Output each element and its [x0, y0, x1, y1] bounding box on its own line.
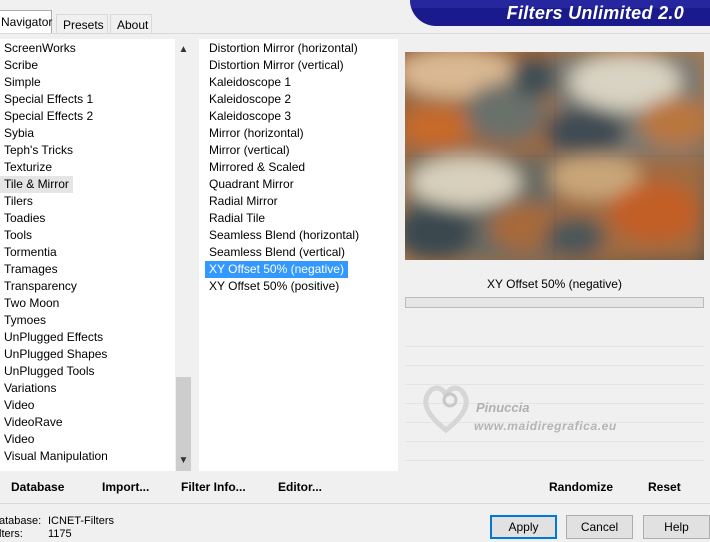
filter-item[interactable]: Mirror (vertical)	[205, 142, 398, 159]
category-item[interactable]: UnPlugged Tools	[0, 363, 176, 380]
filter-item[interactable]: Seamless Blend (vertical)	[205, 244, 398, 261]
watermark-name: Pinuccia	[476, 400, 530, 415]
category-scrollbar[interactable]: ▲ ▼	[175, 39, 192, 471]
category-item[interactable]: Tile & Mirror	[0, 176, 73, 193]
category-item[interactable]: VideoRave	[0, 414, 176, 431]
category-item[interactable]: Transparency	[0, 278, 176, 295]
category-item[interactable]: Tormentia	[0, 244, 176, 261]
category-item[interactable]: Special Effects 2	[0, 108, 176, 125]
param-divider	[405, 365, 704, 366]
import-button[interactable]: Import...	[102, 480, 149, 494]
database-button[interactable]: Database	[11, 480, 64, 494]
category-item[interactable]: Special Effects 1	[0, 91, 176, 108]
scroll-up-icon[interactable]: ▲	[175, 41, 192, 58]
filter-item[interactable]: Kaleidoscope 1	[205, 74, 398, 91]
filter-item[interactable]: Kaleidoscope 3	[205, 108, 398, 125]
param-divider	[405, 441, 704, 442]
preview-image	[405, 52, 704, 260]
filter-item[interactable]: Radial Tile	[205, 210, 398, 227]
category-item[interactable]: Variations	[0, 380, 176, 397]
footer-divider	[0, 503, 710, 504]
filters-count: 1175	[48, 528, 72, 540]
category-item[interactable]: Two Moon	[0, 295, 176, 312]
database-value: ICNET-Filters	[48, 515, 114, 527]
tab-navigator[interactable]: Navigator	[0, 10, 52, 34]
heart-logo-icon	[423, 385, 469, 434]
randomize-button[interactable]: Randomize	[549, 480, 613, 494]
category-item[interactable]: ScreenWorks	[0, 40, 176, 57]
category-item[interactable]: Texturize	[0, 159, 176, 176]
watermark-url: www.maidiregrafica.eu	[474, 419, 617, 433]
category-item[interactable]: Teph's Tricks	[0, 142, 176, 159]
category-list[interactable]: ScreenWorks Scribe Simple Special Effects 1…	[0, 39, 176, 471]
apply-button[interactable]: Apply	[490, 515, 557, 539]
filter-item[interactable]: Radial Mirror	[205, 193, 398, 210]
editor-button[interactable]: Editor...	[278, 480, 322, 494]
cancel-button[interactable]: Cancel	[566, 515, 633, 539]
param-divider	[405, 346, 704, 347]
tab-border	[0, 33, 710, 34]
tab-presets[interactable]: Presets	[56, 14, 108, 34]
scroll-down-icon[interactable]: ▼	[175, 452, 192, 469]
filter-item[interactable]: Mirrored & Scaled	[205, 159, 398, 176]
preview-filter-name: XY Offset 50% (negative)	[405, 273, 704, 295]
filter-item[interactable]: Kaleidoscope 2	[205, 91, 398, 108]
category-item[interactable]: UnPlugged Shapes	[0, 346, 176, 363]
filters-label: lters:	[0, 528, 23, 540]
category-item[interactable]: UnPlugged Effects	[0, 329, 176, 346]
category-item[interactable]: Simple	[0, 74, 176, 91]
filter-item[interactable]: Mirror (horizontal)	[205, 125, 398, 142]
param-divider	[405, 460, 704, 461]
title-banner: Filters Unlimited 2.0	[410, 0, 710, 26]
param-area	[405, 310, 704, 328]
help-button[interactable]: Help	[643, 515, 710, 539]
category-item[interactable]: Visual Manipulation	[0, 448, 176, 465]
category-item[interactable]: Tilers	[0, 193, 176, 210]
filter-item[interactable]: Seamless Blend (horizontal)	[205, 227, 398, 244]
category-item[interactable]: Sybia	[0, 125, 176, 142]
category-item[interactable]: Scribe	[0, 57, 176, 74]
filter-item[interactable]: XY Offset 50% (negative)	[205, 261, 348, 278]
filter-item[interactable]: Distortion Mirror (horizontal)	[205, 40, 398, 57]
category-item[interactable]: Tymoes	[0, 312, 176, 329]
category-item[interactable]: Toadies	[0, 210, 176, 227]
app-title: Filters Unlimited 2.0	[506, 3, 684, 23]
filter-item[interactable]: Quadrant Mirror	[205, 176, 398, 193]
tab-about[interactable]: About	[110, 14, 152, 34]
filter-item[interactable]: XY Offset 50% (positive)	[205, 278, 398, 295]
filter-info-button[interactable]: Filter Info...	[181, 480, 246, 494]
database-label: atabase:	[0, 515, 42, 527]
reset-button[interactable]: Reset	[648, 480, 681, 494]
filter-item[interactable]: Distortion Mirror (vertical)	[205, 57, 398, 74]
category-item[interactable]: Video	[0, 397, 176, 414]
filter-list[interactable]: Distortion Mirror (horizontal) Distortion…	[199, 39, 398, 471]
category-item[interactable]: Tools	[0, 227, 176, 244]
category-item[interactable]: Video	[0, 431, 176, 448]
category-item[interactable]: Tramages	[0, 261, 176, 278]
watermark: Pinuccia www.maidiregrafica.eu	[420, 378, 660, 438]
parameter-slider[interactable]	[405, 297, 704, 308]
